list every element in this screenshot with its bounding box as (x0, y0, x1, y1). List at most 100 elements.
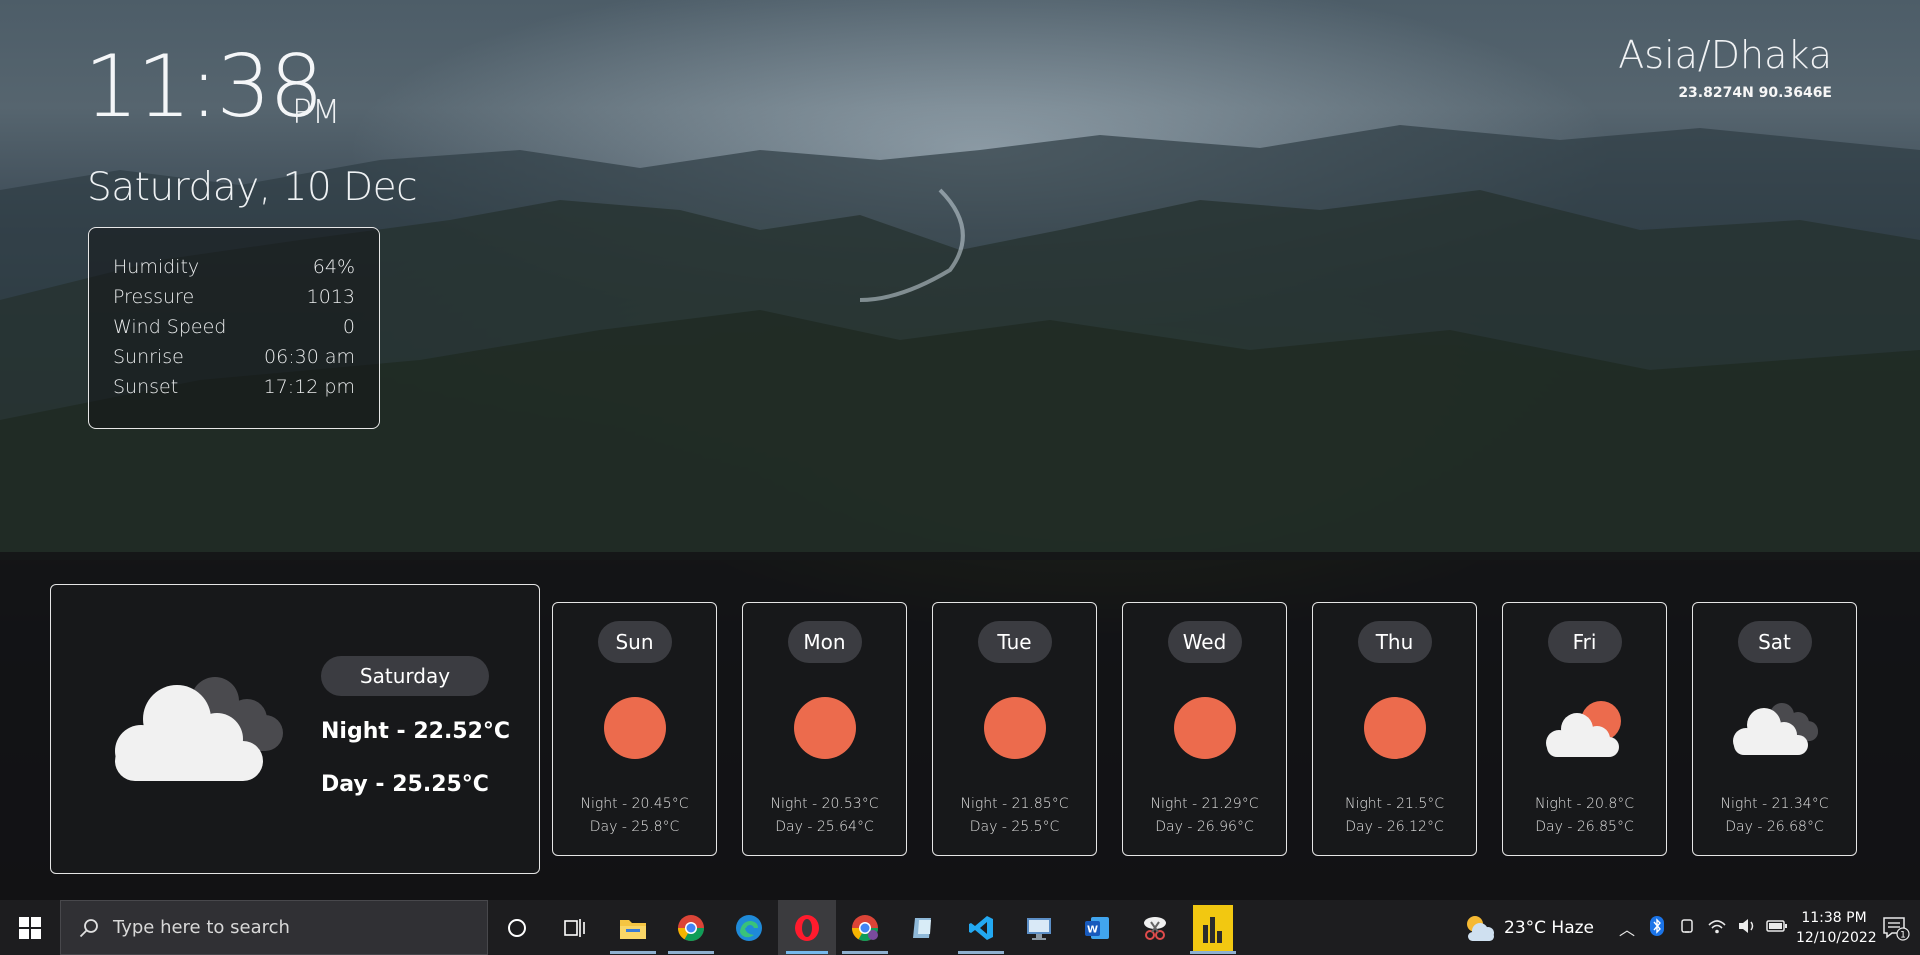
detail-label: Sunset (113, 376, 179, 398)
haze-weather-icon (1467, 915, 1494, 941)
notification-center-button[interactable]: 1 (1872, 915, 1920, 941)
task-view-button[interactable] (546, 900, 604, 955)
forecast-day-pill: Sun (597, 621, 672, 663)
forecast-day-temp: Day - 26.68°C (1725, 819, 1824, 835)
forecast-card-sun: Sun Night - 20.45°C Day - 25.8°C (552, 602, 717, 856)
taskbar-date: 12/10/2022 (1796, 929, 1877, 946)
notification-count: 1 (1900, 930, 1906, 940)
detail-value: 06:30 am (264, 346, 355, 368)
sun-icon (983, 697, 1046, 759)
volume-icon[interactable] (1732, 917, 1762, 939)
timezone-label: Asia/Dhaka (1618, 33, 1832, 77)
today-day-pill: Saturday (321, 656, 489, 696)
forecast-day-pill: Mon (787, 621, 862, 663)
system-tray: 23°C Haze ︿ 11:38 PM 12/10/2022 1 (1462, 900, 1920, 955)
forecast-day-temp: Day - 25.8°C (589, 819, 680, 835)
today-day-temp: Day - 25.25°C (321, 772, 489, 797)
vscode-app[interactable] (952, 900, 1010, 955)
taskbar-time: 11:38 PM (1801, 909, 1867, 926)
chevron-up-icon[interactable]: ︿ (1612, 916, 1642, 940)
start-button[interactable] (0, 900, 60, 955)
vscode-icon (969, 915, 993, 940)
forecast-temps: Night - 21.34°C Day - 26.68°C (1693, 793, 1856, 839)
coordinates-label: 23.8274N 90.3646E (1678, 85, 1832, 101)
notebook-icon (913, 917, 931, 938)
forecast-night-temp: Night - 20.45°C (580, 796, 689, 812)
forecast-temps: Night - 20.8°C Day - 26.85°C (1503, 793, 1666, 839)
forecast-day-pill: Tue (977, 621, 1052, 663)
chrome-profile-app[interactable] (836, 900, 894, 955)
forecast-card-wed: Wed Night - 21.29°C Day - 26.96°C (1122, 602, 1287, 856)
cortana-button[interactable] (488, 900, 546, 955)
wifi-icon[interactable] (1702, 917, 1732, 939)
forecast-temps: Night - 20.45°C Day - 25.8°C (553, 793, 716, 839)
device-icon[interactable] (1672, 917, 1702, 939)
chrome-icon (851, 914, 879, 941)
cloudy-icon (1730, 701, 1820, 761)
forecast-day-temp: Day - 25.5°C (969, 819, 1060, 835)
forecast-day-temp: Day - 26.85°C (1535, 819, 1634, 835)
detail-label: Humidity (113, 256, 200, 278)
snipping-tool-app[interactable] (1126, 900, 1184, 955)
word-icon: W (1085, 916, 1109, 939)
task-view-icon (564, 918, 585, 937)
chrome-app[interactable] (662, 900, 720, 955)
notification-icon: 1 (1883, 916, 1910, 941)
windows-logo-icon (19, 916, 41, 939)
notes-app[interactable] (894, 900, 952, 955)
forecast-day-temp: Day - 25.64°C (775, 819, 874, 835)
detail-value: 0 (342, 316, 355, 338)
clock-date: Saturday, 10 Dec (87, 165, 418, 210)
forecast-night-temp: Night - 20.8°C (1534, 796, 1635, 812)
forecast-night-temp: Night - 21.85°C (960, 796, 1069, 812)
clock-time: 11:38 (84, 37, 324, 137)
monitor-icon (1027, 917, 1051, 940)
weather-details-panel: Humidity 64% Pressure 1013 Wind Speed 0 … (88, 227, 380, 429)
forecast-night-temp: Night - 21.5°C (1344, 796, 1445, 812)
sun-icon (603, 697, 666, 759)
detail-label: Pressure (113, 286, 195, 308)
forecast-night-temp: Night - 21.29°C (1150, 796, 1259, 812)
edge-app[interactable] (720, 900, 778, 955)
forecast-card-sat: Sat Night - 21.34°C Day - 26.68°C (1692, 602, 1857, 856)
forecast-temps: Night - 21.29°C Day - 26.96°C (1123, 793, 1286, 839)
forecast-temps: Night - 21.5°C Day - 26.12°C (1313, 793, 1476, 839)
svg-text:W: W (1087, 924, 1098, 935)
file-explorer-app[interactable] (604, 900, 662, 955)
battery-icon[interactable] (1762, 918, 1792, 937)
taskbar-weather-widget[interactable]: 23°C Haze (1462, 913, 1594, 943)
edge-icon (736, 914, 762, 941)
cloudy-icon (107, 667, 287, 791)
word-app[interactable]: W (1068, 900, 1126, 955)
forecast-card-fri: Fri Night - 20.8°C Day - 26.85°C (1502, 602, 1667, 856)
detail-value: 1013 (306, 286, 355, 308)
forecast-night-temp: Night - 21.34°C (1720, 796, 1829, 812)
detail-row-sunrise: Sunrise 06:30 am (113, 346, 355, 376)
taskbar-search-box[interactable]: Type here to search (60, 900, 488, 955)
clock-ampm: PM (292, 92, 341, 131)
forecast-card-tue: Tue Night - 21.85°C Day - 25.5°C (932, 602, 1097, 856)
folder-icon (620, 919, 646, 939)
forecast-day-pill: Fri (1547, 621, 1622, 663)
search-placeholder: Type here to search (113, 917, 290, 938)
taskbar-clock[interactable]: 11:38 PM 12/10/2022 (1796, 908, 1877, 948)
remote-desktop-app[interactable] (1010, 900, 1068, 955)
detail-label: Wind Speed (113, 316, 227, 338)
opera-app[interactable] (778, 900, 836, 955)
taskbar-weather-text: 23°C Haze (1504, 917, 1594, 938)
scissors-icon (1144, 916, 1166, 940)
windows-taskbar: Type here to search W 23°C Haze ︿ 11:38 … (0, 900, 1920, 955)
today-weather-card: Saturday Night - 22.52°C Day - 25.25°C (50, 584, 540, 874)
partly-cloudy-icon (1543, 699, 1627, 763)
power-bi-app[interactable] (1184, 900, 1242, 955)
forecast-temps: Night - 20.53°C Day - 25.64°C (743, 793, 906, 839)
bluetooth-icon[interactable] (1642, 915, 1672, 940)
chrome-icon (677, 914, 705, 941)
sun-icon (793, 697, 856, 759)
sun-icon (1363, 697, 1426, 759)
forecast-day-temp: Day - 26.96°C (1155, 819, 1254, 835)
forecast-card-thu: Thu Night - 21.5°C Day - 26.12°C (1312, 602, 1477, 856)
search-icon (79, 918, 98, 937)
opera-icon (795, 914, 819, 941)
detail-label: Sunrise (113, 346, 184, 368)
